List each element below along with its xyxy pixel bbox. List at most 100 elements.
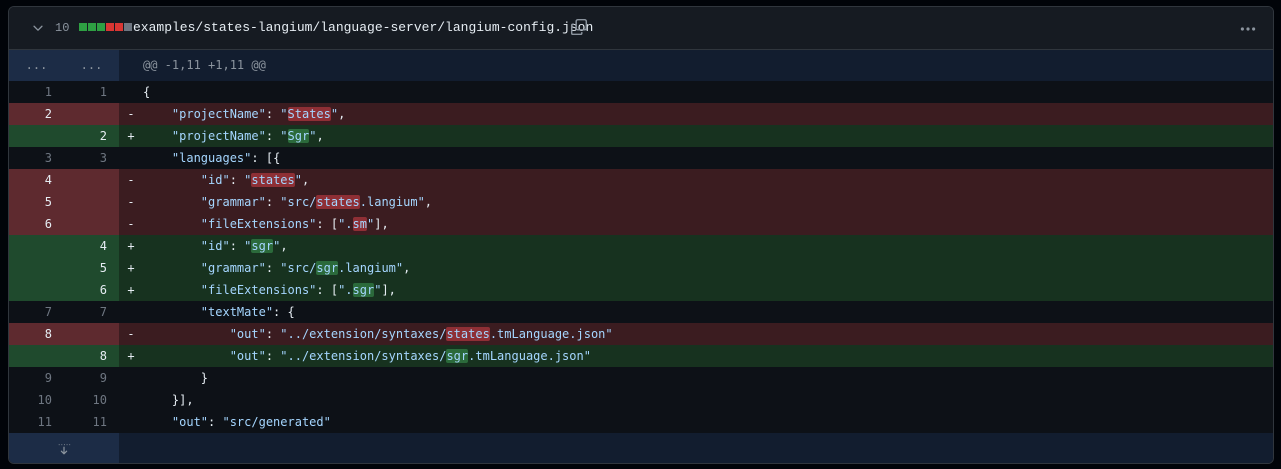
code-token: "../extension/syntaxes/ bbox=[280, 327, 447, 341]
code-line: "out": "src/generated" bbox=[143, 411, 1273, 433]
code-token: ], bbox=[381, 283, 396, 297]
old-line-number[interactable]: 10 bbox=[9, 389, 64, 411]
hunk-expand-right[interactable]: ... bbox=[64, 50, 119, 81]
new-line-number[interactable]: 11 bbox=[64, 411, 119, 433]
old-line-number[interactable] bbox=[9, 125, 64, 147]
diff-line-del: 8 - "out": "../extension/syntaxes/states.… bbox=[9, 323, 1273, 345]
code-token: "grammar" bbox=[200, 261, 266, 275]
diff-line-ctx: 77 "textMate": { bbox=[9, 301, 1273, 323]
code-line: "projectName": "Sgr", bbox=[143, 125, 1273, 147]
change-count: 10 bbox=[55, 21, 70, 35]
code-line: "id": "states", bbox=[143, 169, 1273, 191]
removed-highlight: states bbox=[251, 173, 295, 187]
new-line-number[interactable]: 7 bbox=[64, 301, 119, 323]
new-line-number[interactable]: 2 bbox=[64, 125, 119, 147]
diff-sign bbox=[119, 147, 143, 169]
diff-line-ctx: 99 } bbox=[9, 367, 1273, 389]
diff-sign: - bbox=[119, 213, 143, 235]
code-token: : { bbox=[273, 305, 295, 319]
code-token: "src/generated" bbox=[222, 415, 331, 429]
hunk-header-text: @@ -1,11 +1,11 @@ bbox=[143, 50, 1273, 81]
code-token: : bbox=[265, 195, 281, 209]
diff-sign: - bbox=[119, 103, 143, 125]
new-line-number[interactable] bbox=[64, 103, 119, 125]
new-line-number[interactable] bbox=[64, 169, 119, 191]
old-line-number[interactable] bbox=[9, 257, 64, 279]
diff-sign: + bbox=[119, 279, 143, 301]
code-token: " bbox=[294, 173, 302, 187]
diff-line-add: 6 + "fileExtensions": [".sgr"], bbox=[9, 279, 1273, 301]
code-token: "src/ bbox=[280, 261, 317, 275]
old-line-number[interactable]: 9 bbox=[9, 367, 64, 389]
new-line-number[interactable]: 3 bbox=[64, 147, 119, 169]
code-token: : bbox=[208, 415, 223, 429]
code-line: "out": "../extension/syntaxes/states.tmL… bbox=[143, 323, 1273, 345]
diff-sign bbox=[119, 389, 143, 411]
old-line-number[interactable]: 4 bbox=[9, 169, 64, 191]
new-line-number[interactable]: 9 bbox=[64, 367, 119, 389]
expand-down-button[interactable] bbox=[9, 433, 119, 463]
old-line-number[interactable] bbox=[9, 235, 64, 257]
code-line: "id": "sgr", bbox=[143, 235, 1273, 257]
code-line: { bbox=[143, 81, 1273, 103]
old-line-number[interactable]: 7 bbox=[9, 301, 64, 323]
code-line: "projectName": "States", bbox=[143, 103, 1273, 125]
code-token: "out" bbox=[229, 349, 266, 363]
code-token: "src/ bbox=[280, 195, 317, 209]
new-line-number[interactable]: 5 bbox=[64, 257, 119, 279]
code-line: } bbox=[143, 367, 1273, 389]
new-line-number[interactable]: 1 bbox=[64, 81, 119, 103]
code-token: ". bbox=[338, 283, 353, 297]
diff-line-ctx: 11 11 "out": "src/generated" bbox=[9, 411, 1273, 433]
diff-line-add: 8 + "out": "../extension/syntaxes/sgr.tmL… bbox=[9, 345, 1273, 367]
diff-sign bbox=[119, 367, 143, 389]
new-line-number[interactable]: 6 bbox=[64, 279, 119, 301]
new-line-number[interactable] bbox=[64, 213, 119, 235]
old-line-number[interactable]: 5 bbox=[9, 191, 64, 213]
old-line-number[interactable]: 6 bbox=[9, 213, 64, 235]
diff-line-ctx: 1 1 { bbox=[9, 81, 1273, 103]
new-line-number[interactable]: 10 bbox=[64, 389, 119, 411]
code-token: "textMate" bbox=[200, 305, 274, 319]
code-token: : bbox=[229, 173, 245, 187]
new-line-number[interactable]: 4 bbox=[64, 235, 119, 257]
file-path[interactable]: examples/states-langium/language-server/… bbox=[133, 20, 593, 35]
old-line-number[interactable]: 11 bbox=[9, 411, 64, 433]
copy-icon[interactable] bbox=[570, 18, 588, 36]
code-token: "id" bbox=[200, 173, 230, 187]
code-token: , bbox=[403, 261, 411, 275]
new-line-number[interactable] bbox=[64, 191, 119, 213]
removed-highlight: States bbox=[287, 107, 331, 121]
code-token: { bbox=[143, 85, 151, 99]
code-token: ], bbox=[374, 217, 389, 231]
old-line-number[interactable]: 1 bbox=[9, 81, 64, 103]
old-line-number[interactable] bbox=[9, 279, 64, 301]
code-token: : bbox=[265, 327, 281, 341]
hunk-expand-left[interactable]: ... bbox=[9, 50, 64, 81]
code-token: : [ bbox=[316, 217, 339, 231]
kebab-horizontal-icon[interactable] bbox=[1239, 20, 1257, 38]
code-token: "languages" bbox=[171, 151, 252, 165]
code-token: , bbox=[424, 195, 433, 209]
code-line: }], bbox=[143, 389, 1273, 411]
new-line-number[interactable] bbox=[64, 323, 119, 345]
code-token: "id" bbox=[200, 239, 230, 253]
diffstat-block bbox=[106, 23, 114, 31]
old-line-number[interactable]: 3 bbox=[9, 147, 64, 169]
code-token: : [ bbox=[316, 283, 339, 297]
chevron-down-icon[interactable] bbox=[31, 21, 45, 35]
diff-sign bbox=[119, 81, 143, 103]
diff-sign: - bbox=[119, 191, 143, 213]
diff-line-ctx: 33 "languages": [{ bbox=[9, 147, 1273, 169]
old-line-number[interactable]: 2 bbox=[9, 103, 64, 125]
old-line-number[interactable] bbox=[9, 345, 64, 367]
new-line-number[interactable]: 8 bbox=[64, 345, 119, 367]
code-line: "textMate": { bbox=[143, 301, 1273, 323]
old-line-number[interactable]: 8 bbox=[9, 323, 64, 345]
